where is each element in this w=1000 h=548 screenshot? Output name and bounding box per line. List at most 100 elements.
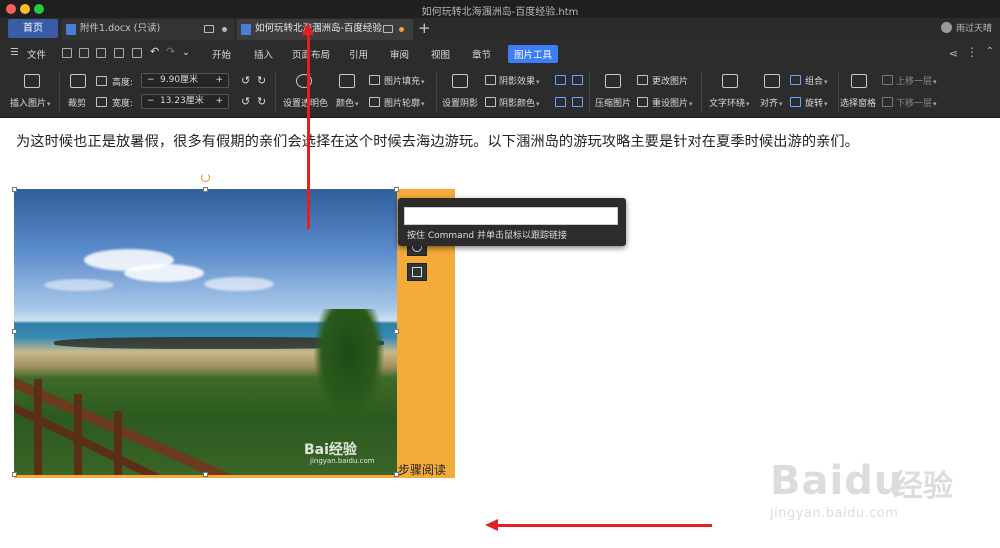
redo-icon[interactable]: ↷ <box>166 45 175 58</box>
rotate-left-icon[interactable]: ↺ <box>241 74 250 87</box>
crop-button[interactable]: 裁剪 <box>68 96 86 109</box>
align-button[interactable]: 对齐▾ <box>760 96 783 109</box>
hamburger-menu-icon[interactable]: ☰ <box>10 47 19 58</box>
reset-size-icon[interactable]: ↻ <box>257 95 266 108</box>
shadow-left-icon[interactable] <box>555 75 566 85</box>
flip-icon[interactable]: ↺ <box>241 95 250 108</box>
compress-image-button[interactable]: 压缩图片 <box>595 96 631 109</box>
height-value[interactable]: 9.90厘米 <box>160 74 198 87</box>
preview-icon[interactable] <box>132 48 142 58</box>
picture-outline-button[interactable]: 图片轮廓▾ <box>384 96 425 109</box>
menu-chapter[interactable]: 章节 <box>472 47 491 61</box>
cloud <box>124 264 204 282</box>
collapse-ribbon-icon[interactable]: ⌃ <box>986 46 994 57</box>
crop-float-button[interactable] <box>407 263 427 281</box>
bring-forward-button[interactable]: 上移一层▾ <box>896 74 937 87</box>
color-button[interactable]: 颜色▾ <box>336 96 359 109</box>
ribbon-separator <box>589 72 590 112</box>
menu-picture-tools[interactable]: 图片工具 <box>508 45 559 63</box>
resize-handle[interactable] <box>394 187 399 192</box>
tab-htm[interactable]: 如何玩转北海涠洲岛-百度经验 <box>237 19 413 40</box>
reset-image-icon <box>637 97 648 107</box>
resize-handle[interactable] <box>12 472 17 477</box>
tab-docx[interactable]: 附件1.docx (只读) <box>62 19 234 40</box>
picture-tools-ribbon: 插入图片▾ 裁剪 高度: − 9.90厘米 + 宽度: − 13.23厘米 + … <box>0 66 1000 118</box>
menu-insert[interactable]: 插入 <box>254 47 273 61</box>
resize-handle[interactable] <box>394 329 399 334</box>
height-increase-button[interactable]: + <box>215 74 223 87</box>
menu-bar: ☰ 文件 ↶ ↷ ⌄ 开始 插入 页面布局 引用 审阅 视图 章节 图片工具 ⋖… <box>0 40 1000 66</box>
link-tooltip: 按住 Command 并单击鼠标以跟踪链接 <box>398 198 626 246</box>
step-reading-panel-bottom <box>14 475 455 478</box>
quick-access-more-icon[interactable]: ⌄ <box>182 47 190 58</box>
open-folder-icon[interactable] <box>62 48 72 58</box>
wrap-text-button[interactable]: 文字环绕▾ <box>709 96 750 109</box>
set-shadow-button[interactable]: 设置阴影 <box>442 96 478 109</box>
save-icon[interactable] <box>79 48 89 58</box>
shadow-down-icon[interactable] <box>572 97 583 107</box>
height-label: 高度: <box>112 78 134 88</box>
menu-file[interactable]: 文件 <box>27 47 46 61</box>
share-icon[interactable]: ⋖ <box>949 47 958 60</box>
height-stepper[interactable]: − 9.90厘米 + <box>141 73 229 88</box>
menu-review[interactable]: 审阅 <box>390 47 409 61</box>
crop-icon <box>412 267 422 277</box>
beach-photo[interactable]: Bai经验 jingyan.baidu.com <box>14 189 397 475</box>
picture-outline-icon <box>369 97 380 107</box>
new-tab-button[interactable]: + <box>418 18 431 38</box>
width-increase-button[interactable]: + <box>215 95 223 108</box>
rotate-right-icon[interactable]: ↻ <box>257 74 266 87</box>
align-icon <box>764 74 780 88</box>
width-value[interactable]: 13.23厘米 <box>160 95 204 108</box>
rotate-button[interactable]: 旋转▾ <box>805 96 828 109</box>
shadow-effect-button[interactable]: 阴影效果▾ <box>499 74 540 87</box>
resize-handle[interactable] <box>203 187 208 192</box>
set-transparent-color-button[interactable]: 设置透明色 <box>283 96 328 109</box>
document-canvas[interactable]: 为这时候也正是放暑假，很多有假期的亲们会选择在这个时候去海边游玩。以下涠洲岛的游… <box>0 118 1000 548</box>
annotation-arrow-horizontal-head <box>485 519 498 531</box>
export-icon[interactable] <box>96 48 106 58</box>
undo-icon[interactable]: ↶ <box>150 45 159 58</box>
shadow-up-icon[interactable] <box>555 97 566 107</box>
width-label: 宽度: <box>112 99 134 109</box>
width-decrease-button[interactable]: − <box>147 95 155 108</box>
step-reading-label[interactable]: 步骤阅读 <box>398 461 446 478</box>
resize-handle[interactable] <box>394 472 399 477</box>
send-backward-button[interactable]: 下移一层▾ <box>896 96 937 109</box>
shadow-right-icon[interactable] <box>572 75 583 85</box>
picture-fill-button[interactable]: 图片填充▾ <box>384 74 425 87</box>
reset-image-button[interactable]: 重设图片▾ <box>652 96 693 109</box>
wrap-text-icon <box>722 74 738 88</box>
change-image-button[interactable]: 更改图片 <box>652 74 688 87</box>
insert-image-icon <box>24 74 40 88</box>
user-name: 雨过天晴 <box>955 24 992 34</box>
avatar <box>940 22 952 33</box>
resize-handle[interactable] <box>12 187 17 192</box>
user-account[interactable]: 雨过天晴 <box>940 21 992 34</box>
resize-handle[interactable] <box>12 329 17 334</box>
height-decrease-button[interactable]: − <box>147 74 155 87</box>
menu-view[interactable]: 视图 <box>431 47 450 61</box>
menu-page-layout[interactable]: 页面布局 <box>292 47 330 61</box>
group-button[interactable]: 组合▾ <box>805 74 828 87</box>
insert-image-button[interactable]: 插入图片▾ <box>10 96 51 109</box>
more-icon[interactable]: ⋮ <box>966 45 978 59</box>
width-stepper[interactable]: − 13.23厘米 + <box>141 94 229 109</box>
link-url-field[interactable] <box>404 207 618 225</box>
shadow-color-button[interactable]: 阴影颜色▾ <box>499 96 540 109</box>
picture-outline-label: 图片轮廓 <box>384 99 421 109</box>
selection-pane-button[interactable]: 选择窗格 <box>840 96 876 109</box>
tab-home[interactable]: 首页 <box>8 19 58 38</box>
menu-reference[interactable]: 引用 <box>349 47 368 61</box>
shadow-color-label: 阴影颜色 <box>499 99 536 109</box>
selection-pane-icon <box>851 74 867 88</box>
annotation-arrow-vertical <box>307 32 310 229</box>
print-icon[interactable] <box>114 48 124 58</box>
body-paragraph[interactable]: 为这时候也正是放暑假，很多有假期的亲们会选择在这个时候去海边游玩。以下涠洲岛的游… <box>16 131 859 151</box>
rotate-handle[interactable] <box>201 173 210 182</box>
resize-handle[interactable] <box>203 472 208 477</box>
color-label: 颜色 <box>336 99 355 109</box>
monitor-icon <box>204 25 214 33</box>
crop-icon <box>70 74 86 88</box>
menu-start[interactable]: 开始 <box>212 47 231 61</box>
